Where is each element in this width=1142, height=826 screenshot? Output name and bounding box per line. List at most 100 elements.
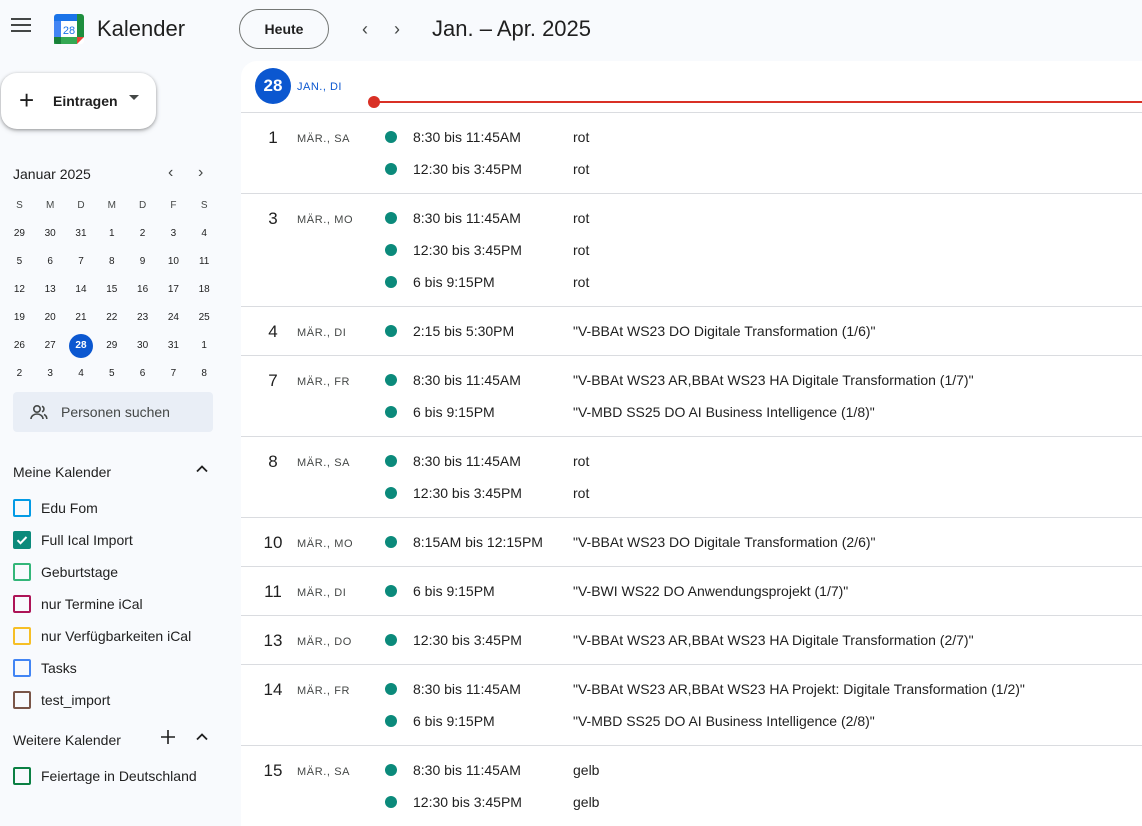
- event-row[interactable]: 6 bis 9:15PM "V-MBD SS25 DO AI Business I…: [241, 396, 1142, 428]
- previous-period-icon[interactable]: ‹: [355, 18, 375, 40]
- mini-day[interactable]: 7: [158, 360, 189, 388]
- mini-day-number: 20: [44, 312, 56, 323]
- calendar-checkbox[interactable]: [13, 627, 31, 645]
- event-row[interactable]: 8:30 bis 11:45AM rot: [241, 445, 1142, 477]
- mini-day[interactable]: 30: [35, 220, 66, 248]
- mini-day[interactable]: 10: [158, 248, 189, 276]
- calendar-item[interactable]: Feiertage in Deutschland: [13, 764, 197, 788]
- mini-day[interactable]: 22: [96, 304, 127, 332]
- calendar-checkbox[interactable]: [13, 691, 31, 709]
- calendar-item[interactable]: Edu Fom: [13, 496, 98, 520]
- mini-day[interactable]: 24: [158, 304, 189, 332]
- mini-day[interactable]: 2: [4, 360, 35, 388]
- mini-day[interactable]: 23: [127, 304, 158, 332]
- today-date-badge[interactable]: 28: [255, 68, 291, 104]
- calendar-item[interactable]: nur Verfügbarkeiten iCal: [13, 624, 191, 648]
- today-date-label: JAN., DI: [297, 81, 342, 93]
- mini-day-number: 28: [68, 334, 93, 358]
- event-row[interactable]: 8:15AM bis 12:15PM "V-BBAt WS23 DO Digita…: [241, 526, 1142, 558]
- event-title: rot: [573, 129, 590, 145]
- event-row[interactable]: 12:30 bis 3:45PM gelb: [241, 786, 1142, 818]
- mini-day[interactable]: 4: [66, 360, 97, 388]
- day-group: 7 MÄR., FR 8:30 bis 11:45AM "V-BBAt WS23 AR…: [241, 356, 1142, 437]
- mini-day[interactable]: 1: [189, 332, 220, 360]
- mini-day[interactable]: 8: [189, 360, 220, 388]
- next-period-icon[interactable]: ›: [387, 18, 407, 40]
- event-row[interactable]: 6 bis 9:15PM rot: [241, 266, 1142, 298]
- mini-day[interactable]: 31: [158, 332, 189, 360]
- mini-day[interactable]: 29: [4, 220, 35, 248]
- people-search-input[interactable]: Personen suchen: [13, 392, 213, 432]
- mini-day[interactable]: 6: [35, 248, 66, 276]
- mini-day-number: 2: [139, 228, 146, 239]
- create-button[interactable]: + Eintragen: [1, 73, 156, 129]
- mini-day[interactable]: 6: [127, 360, 158, 388]
- mini-day[interactable]: 21: [66, 304, 97, 332]
- mini-day[interactable]: 15: [96, 276, 127, 304]
- event-row[interactable]: 8:30 bis 11:45AM "V-BBAt WS23 AR,BBAt WS2…: [241, 364, 1142, 396]
- mini-week-row: 5 6 7 8 9 10 11: [4, 248, 220, 276]
- mini-day[interactable]: 4: [189, 220, 220, 248]
- event-row[interactable]: 12:30 bis 3:45PM rot: [241, 153, 1142, 185]
- mini-day[interactable]: 25: [189, 304, 220, 332]
- calendar-item[interactable]: nur Termine iCal: [13, 592, 143, 616]
- mini-day[interactable]: 26: [4, 332, 35, 360]
- mini-day[interactable]: 20: [35, 304, 66, 332]
- calendar-checkbox[interactable]: [13, 767, 31, 785]
- mini-day[interactable]: 14: [66, 276, 97, 304]
- mini-next-month-icon[interactable]: ›: [198, 164, 203, 182]
- mini-day[interactable]: 29: [96, 332, 127, 360]
- calendar-item[interactable]: Full Ical Import: [13, 528, 133, 552]
- calendar-checkbox[interactable]: [13, 499, 31, 517]
- event-row[interactable]: 2:15 bis 5:30PM "V-BBAt WS23 DO Digitale …: [241, 315, 1142, 347]
- calendar-checkbox[interactable]: [13, 659, 31, 677]
- event-row[interactable]: 8:30 bis 11:45AM "V-BBAt WS23 AR,BBAt WS2…: [241, 673, 1142, 705]
- calendar-item[interactable]: Geburtstage: [13, 560, 118, 584]
- event-row[interactable]: 12:30 bis 3:45PM "V-BBAt WS23 AR,BBAt WS2…: [241, 624, 1142, 656]
- calendar-checkbox[interactable]: [13, 531, 31, 549]
- day-group: 15 MÄR., SA 8:30 bis 11:45AM gelb 12:30 bis …: [241, 746, 1142, 826]
- mini-day[interactable]: 13: [35, 276, 66, 304]
- day-group: 4 MÄR., DI 2:15 bis 5:30PM "V-BBAt WS23 DO …: [241, 307, 1142, 356]
- mini-day[interactable]: 5: [96, 360, 127, 388]
- calendar-checkbox[interactable]: [13, 595, 31, 613]
- event-row[interactable]: 8:30 bis 11:45AM rot: [241, 202, 1142, 234]
- mini-previous-month-icon[interactable]: ‹: [168, 164, 173, 182]
- mini-day[interactable]: 1: [96, 220, 127, 248]
- event-row[interactable]: 6 bis 9:15PM "V-BWI WS22 DO Anwendungspro…: [241, 575, 1142, 607]
- event-row[interactable]: 12:30 bis 3:45PM rot: [241, 477, 1142, 509]
- event-row[interactable]: 12:30 bis 3:45PM rot: [241, 234, 1142, 266]
- mini-day[interactable]: 31: [66, 220, 97, 248]
- mini-day[interactable]: 7: [66, 248, 97, 276]
- mini-day[interactable]: 17: [158, 276, 189, 304]
- mini-day[interactable]: 28: [66, 332, 97, 360]
- date-range-title: Jan. – Apr. 2025: [432, 16, 592, 41]
- other-calendars-title[interactable]: Weitere Kalender: [13, 732, 121, 748]
- collapse-my-calendars-icon[interactable]: [195, 462, 209, 479]
- my-calendars-title[interactable]: Meine Kalender: [13, 464, 111, 480]
- mini-day[interactable]: 18: [189, 276, 220, 304]
- collapse-other-calendars-icon[interactable]: [195, 730, 209, 747]
- event-row[interactable]: 8:30 bis 11:45AM rot: [241, 121, 1142, 153]
- event-row[interactable]: 6 bis 9:15PM "V-MBD SS25 DO AI Business I…: [241, 705, 1142, 737]
- event-row[interactable]: 8:30 bis 11:45AM gelb: [241, 754, 1142, 786]
- today-button[interactable]: Heute: [239, 9, 329, 49]
- mini-day[interactable]: 12: [4, 276, 35, 304]
- day-group: 1 MÄR., SA 8:30 bis 11:45AM rot 12:30 bis 3:…: [241, 113, 1142, 194]
- mini-day[interactable]: 30: [127, 332, 158, 360]
- calendar-item[interactable]: Tasks: [13, 656, 77, 680]
- mini-day[interactable]: 19: [4, 304, 35, 332]
- add-calendar-icon[interactable]: [160, 729, 176, 748]
- calendar-checkbox[interactable]: [13, 563, 31, 581]
- mini-day[interactable]: 3: [35, 360, 66, 388]
- calendar-item[interactable]: test_import: [13, 688, 110, 712]
- mini-day[interactable]: 27: [35, 332, 66, 360]
- main-menu-icon[interactable]: [11, 18, 31, 34]
- mini-day[interactable]: 2: [127, 220, 158, 248]
- mini-day[interactable]: 3: [158, 220, 189, 248]
- mini-day[interactable]: 9: [127, 248, 158, 276]
- mini-day[interactable]: 8: [96, 248, 127, 276]
- mini-day[interactable]: 5: [4, 248, 35, 276]
- mini-day[interactable]: 11: [189, 248, 220, 276]
- mini-day[interactable]: 16: [127, 276, 158, 304]
